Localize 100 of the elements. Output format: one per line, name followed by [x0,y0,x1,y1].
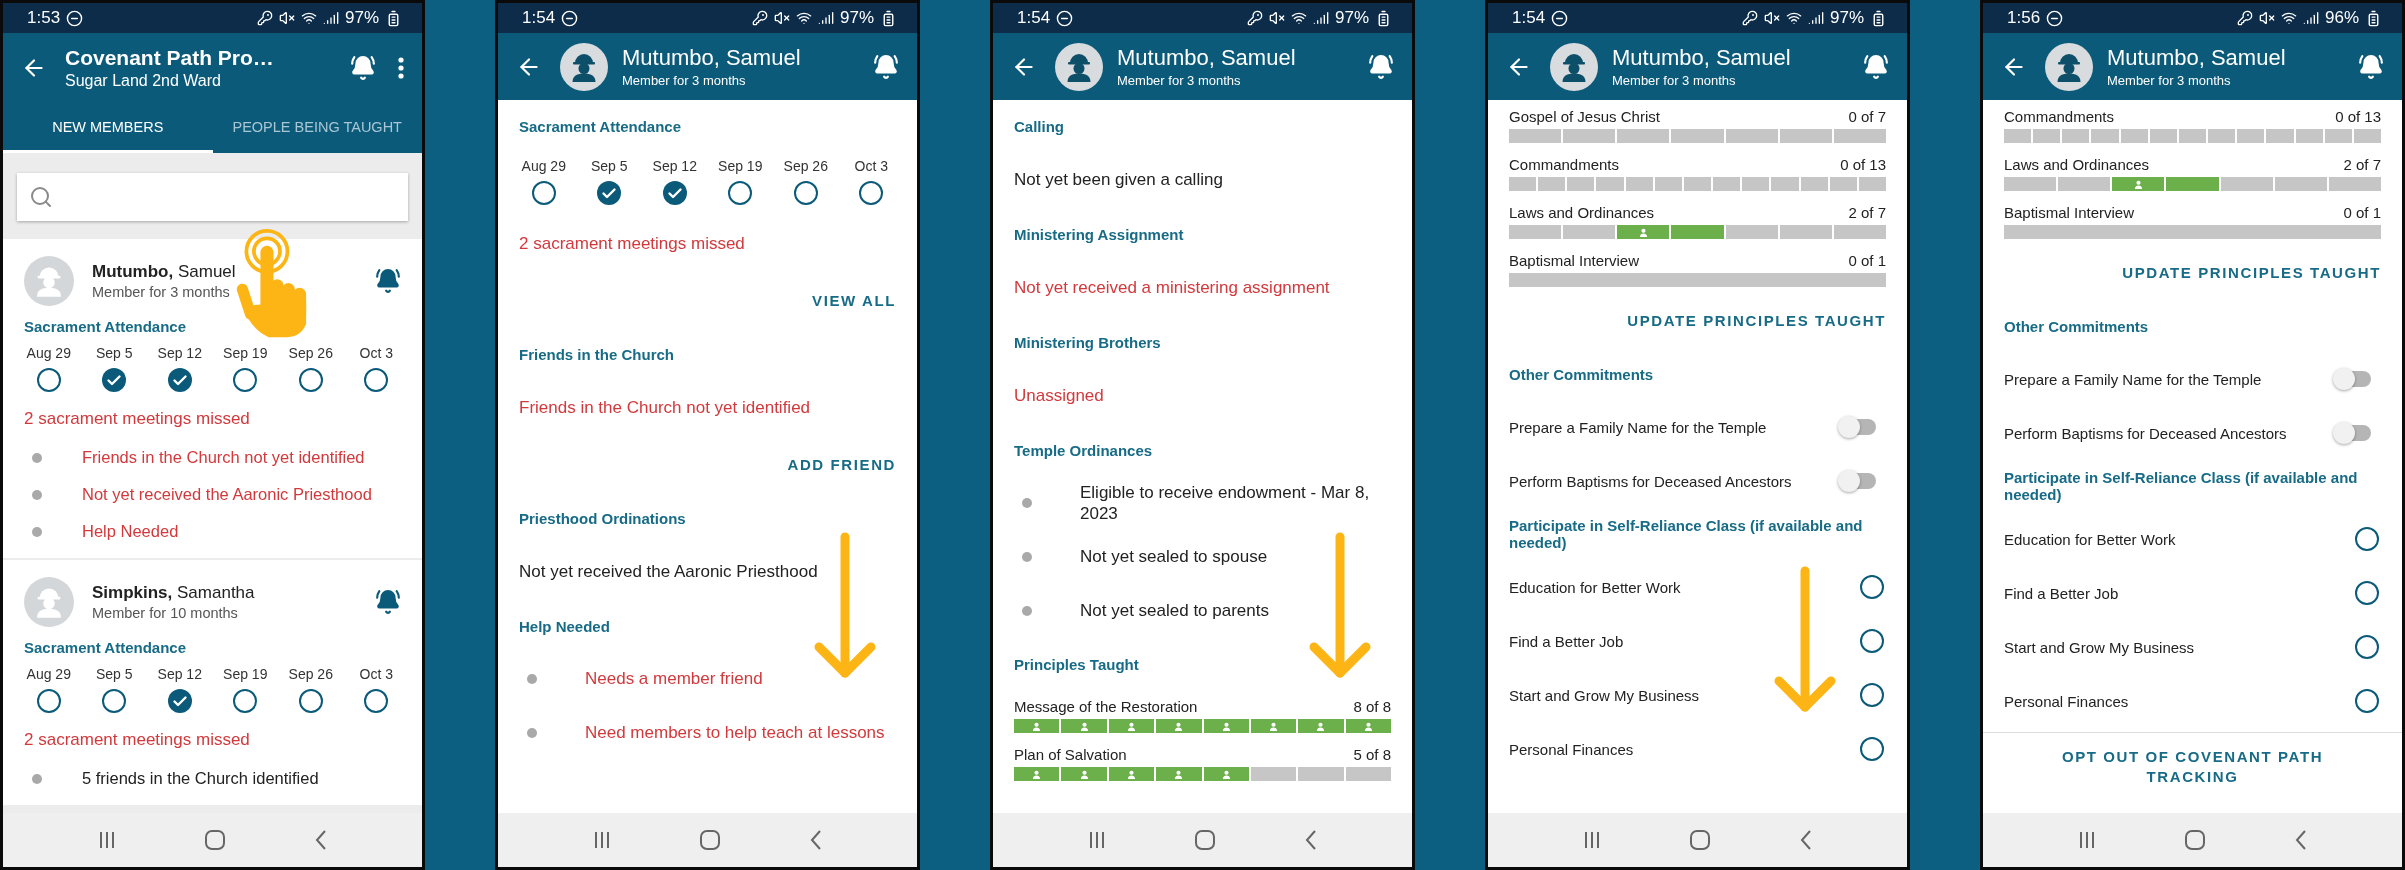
attendance-check-circle[interactable] [166,688,193,714]
attendance-check-circle[interactable] [101,688,128,714]
home-icon [2183,829,2206,851]
attendance-check-circle[interactable] [661,180,688,206]
principle-label: Baptismal Interview [2004,204,2135,221]
attendance-date: Aug 29 [26,345,71,361]
attendance-date: Sep 19 [223,345,268,361]
toggle-switch[interactable] [2335,425,2371,441]
member-duration: Member for 3 months [92,284,231,300]
status-text: Eligible to receive endowment - Mar 8, 2023 [1080,481,1371,525]
bell-icon[interactable] [375,589,401,615]
do-not-disturb-icon [2046,9,2064,27]
screen-title: Covenant Path Pro… [65,46,275,70]
principle-label: Plan of Salvation [1014,746,1127,763]
opt-out-link[interactable]: OPT OUT OF COVENANT PATH TRACKING [2023,741,2362,792]
wifi-icon [2280,10,2297,26]
bell-icon [873,53,899,80]
toggle-switch[interactable] [1840,419,1876,435]
more-icon [398,57,404,79]
radio-button[interactable] [1860,683,1884,707]
member-card[interactable] [3,239,422,558]
section-heading: Participate in Self-Reliance Class (if available and needed) [1509,517,1864,551]
wifi-icon [1290,10,1307,26]
section-heading: Sacrament Attendance [24,638,186,656]
action-link[interactable]: UPDATE PRINCIPLES TAUGHT [1627,305,1886,335]
signal-icon [2302,10,2319,26]
person-icon [1316,721,1326,731]
wifi-icon [795,10,812,26]
attendance-check-circle[interactable] [596,180,623,206]
attendance-check-circle[interactable] [35,367,62,393]
class-option-label: Start and Grow My Business [1509,686,1700,704]
attendance-check-circle[interactable] [297,688,324,714]
attendance-check-circle[interactable] [363,688,390,714]
principle-label: Message of the Restoration [1014,698,1198,715]
alert-text: Unassigned [1014,385,1104,407]
search-icon [29,185,53,209]
principle-count: 2 of 7 [1848,204,1886,221]
attendance-check-circle[interactable] [166,367,193,393]
attendance-date: Sep 19 [718,158,763,174]
radio-button[interactable] [2355,635,2379,659]
attendance-check-circle[interactable] [792,180,819,206]
bullet-dot [32,489,42,500]
radio-button[interactable] [1860,737,1884,761]
toggle-switch[interactable] [1840,473,1876,489]
attendance-check-circle[interactable] [858,180,885,206]
key-icon [751,10,768,26]
section-heading: Temple Ordinances [1014,441,1153,459]
attendance-check-circle[interactable] [101,367,128,393]
person-icon [1079,721,1089,731]
action-link[interactable]: VIEW ALL [812,285,896,315]
person-icon [1638,227,1648,237]
attendance-check-circle[interactable] [530,180,557,206]
bullet-dot [32,526,42,537]
status-text: Not yet sealed to parents [1080,600,1269,622]
attendance-date: Sep 26 [783,158,828,174]
attendance-check-circle[interactable] [727,180,754,206]
attendance-check-circle[interactable] [297,367,324,393]
signal-icon [1807,10,1824,26]
radio-button[interactable] [2355,527,2379,551]
class-option-label: Find a Better Job [2004,584,2119,602]
section-heading: Ministering Assignment [1014,225,1184,243]
key-icon [2236,10,2253,26]
attendance-date: Aug 29 [521,158,566,174]
search-field[interactable] [17,173,408,221]
alert-text: 2 sacrament meetings missed [24,729,250,751]
bell-icon[interactable] [375,268,401,294]
attendance-check-circle[interactable] [232,688,259,714]
person-icon [1174,721,1184,731]
wifi-icon [1785,10,1802,26]
radio-button[interactable] [2355,581,2379,605]
attendance-date: Sep 5 [95,666,133,682]
status-text: Friends in the Church not yet identified [82,447,365,468]
radio-button[interactable] [1860,629,1884,653]
attendance-date: Sep 12 [157,345,202,361]
action-link[interactable]: UPDATE PRINCIPLES TAUGHT [2122,257,2381,287]
attendance-check-circle[interactable] [232,367,259,393]
section-heading: Ministering Brothers [1014,333,1161,351]
member-card[interactable]: Simpkins, Samantha Member for 10 months Sacrament Attendance Aug 29 Sep 5 Sep 12 Sep 19 Sep 26 Oct 3 2 sacrament meetings missed 5 friends in the Church identified [3,560,422,805]
status-time: 1:54 [1017,8,1051,28]
attendance-check-circle[interactable] [363,367,390,393]
radio-button[interactable] [1860,575,1884,599]
attendance-date: Sep 26 [288,666,333,682]
commitment-label: Prepare a Family Name for the Temple [1509,418,1767,436]
status-text: 5 friends in the Church identified [82,768,319,789]
section-heading: Friends in the Church [519,345,674,363]
person-icon [1032,721,1042,731]
toggle-switch[interactable] [2335,371,2371,387]
person-icon [1221,721,1231,731]
do-not-disturb-icon [1056,9,1074,27]
attendance-check-circle[interactable] [35,688,62,714]
member-duration: Member for 3 months [2107,73,2232,88]
tab[interactable]: PEOPLE BEING TAUGHT [212,103,422,153]
person-icon [1174,769,1184,779]
principle-count: 0 of 7 [1848,108,1886,125]
action-link[interactable]: ADD FRIEND [787,449,896,479]
radio-button[interactable] [2355,689,2379,713]
do-not-disturb-icon [1551,9,1569,27]
section-heading: Sacrament Attendance [24,317,186,335]
status-text: Needs a member friend [585,668,763,690]
status-time: 1:54 [522,8,556,28]
